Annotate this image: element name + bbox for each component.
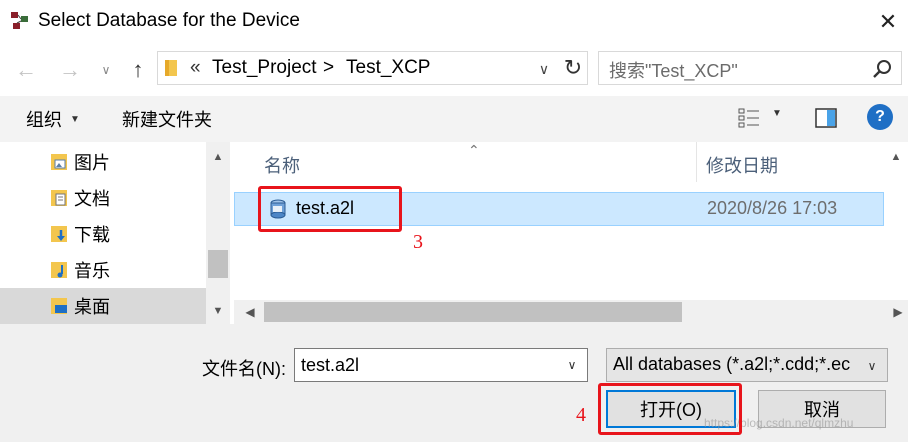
file-list: ⌃ 名称 修改日期 test.a2l 2020/8/26 17:03 ▲ ◀ ▶	[234, 142, 908, 324]
new-folder-button[interactable]: 新建文件夹	[114, 104, 220, 134]
address-dropdown-icon[interactable]: ∨	[532, 58, 556, 80]
recent-locations-chevron-icon[interactable]: ∨	[96, 58, 116, 82]
column-header-name[interactable]: 名称	[264, 152, 300, 178]
organize-button[interactable]: 组织 ▼	[18, 104, 88, 134]
pictures-folder-icon	[51, 154, 67, 170]
preview-pane-icon[interactable]	[814, 106, 838, 130]
address-bar[interactable]: « Test_Project > Test_XCP ∨	[157, 51, 588, 85]
annotation-box-open	[598, 383, 742, 435]
app-icon	[11, 12, 28, 29]
forward-arrow-icon[interactable]: →	[56, 56, 84, 84]
caret-down-icon: ▼	[70, 113, 80, 125]
filename-label: 文件名(N):	[202, 359, 286, 379]
refresh-icon[interactable]: ↻	[560, 52, 586, 84]
file-type-dropdown-icon[interactable]: ∨	[862, 355, 882, 377]
scroll-down-icon[interactable]: ▼	[206, 300, 230, 322]
title-bar: Select Database for the Device ✕	[0, 0, 908, 44]
up-arrow-icon[interactable]: ↑	[124, 56, 152, 84]
breadcrumb-test-xcp[interactable]: Test_XCP	[346, 57, 430, 79]
search-icon[interactable]	[871, 58, 893, 80]
annotation-box-file	[258, 186, 402, 232]
scroll-up-icon[interactable]: ▲	[206, 146, 230, 168]
desktop-folder-icon	[51, 298, 67, 314]
search-placeholder: 搜索"Test_XCP"	[609, 61, 738, 81]
sidebar-item-label: 下载	[74, 225, 110, 245]
breadcrumb-test-project[interactable]: Test_Project	[212, 57, 317, 79]
sidebar-item-label: 桌面	[74, 297, 110, 317]
filename-field[interactable]	[294, 348, 588, 382]
sidebar-item-label: 文档	[74, 189, 110, 209]
close-button[interactable]: ✕	[872, 6, 904, 38]
sidebar-item-downloads[interactable]: 下载	[0, 216, 206, 252]
scroll-thumb[interactable]	[264, 302, 682, 322]
sidebar-item-label: 图片	[74, 153, 110, 173]
music-folder-icon	[51, 262, 67, 278]
window-title: Select Database for the Device	[38, 10, 300, 31]
toolbar: 组织 ▼ 新建文件夹 ▼ ?	[0, 96, 908, 142]
annotation-step-3: 3	[413, 231, 423, 253]
sidebar-item-documents[interactable]: 文档	[0, 180, 206, 216]
scroll-thumb[interactable]	[208, 250, 228, 278]
organize-label: 组织	[26, 110, 62, 130]
file-type-select[interactable]: All databases (*.a2l;*.cdd;*.ec	[606, 348, 888, 382]
sort-ascending-icon: ⌃	[468, 142, 480, 158]
help-icon[interactable]: ?	[867, 104, 893, 130]
nav-scrollbar[interactable]: ▲ ▼	[206, 142, 230, 324]
annotation-step-4: 4	[576, 404, 586, 426]
sidebar-item-desktop[interactable]: 桌面	[0, 288, 206, 324]
documents-folder-icon	[51, 190, 67, 206]
dialog-footer: 文件名(N): ∨ All databases (*.a2l;*.cdd;*.e…	[0, 324, 908, 442]
column-header-date[interactable]: 修改日期	[706, 152, 778, 178]
downloads-folder-icon	[51, 226, 67, 242]
scroll-right-icon[interactable]: ▶	[888, 300, 908, 324]
address-overflow-icon[interactable]: «	[190, 57, 201, 79]
folder-icon	[165, 60, 177, 76]
view-caret-down-icon[interactable]: ▼	[772, 108, 782, 119]
sidebar-item-music[interactable]: 音乐	[0, 252, 206, 288]
sidebar-item-pictures[interactable]: 图片	[0, 144, 206, 180]
view-options-icon[interactable]	[736, 105, 762, 131]
sidebar-item-label: 音乐	[74, 261, 110, 281]
navigation-pane: 图片 文档 下载 音乐 桌面 ▲ ▼	[0, 142, 230, 324]
file-horizontal-scrollbar[interactable]: ◀ ▶	[234, 300, 908, 324]
file-modified-date: 2020/8/26 17:03	[707, 198, 838, 218]
breadcrumb-separator-icon[interactable]: >	[323, 57, 334, 79]
file-vertical-scrollbar[interactable]: ▲	[884, 142, 908, 302]
filename-dropdown-icon[interactable]: ∨	[562, 354, 582, 376]
column-divider[interactable]	[696, 142, 697, 182]
search-input[interactable]: 搜索"Test_XCP"	[598, 51, 902, 85]
scroll-up-icon[interactable]: ▲	[884, 146, 908, 168]
scroll-left-icon[interactable]: ◀	[240, 300, 260, 324]
back-arrow-icon[interactable]: ←	[12, 56, 40, 84]
